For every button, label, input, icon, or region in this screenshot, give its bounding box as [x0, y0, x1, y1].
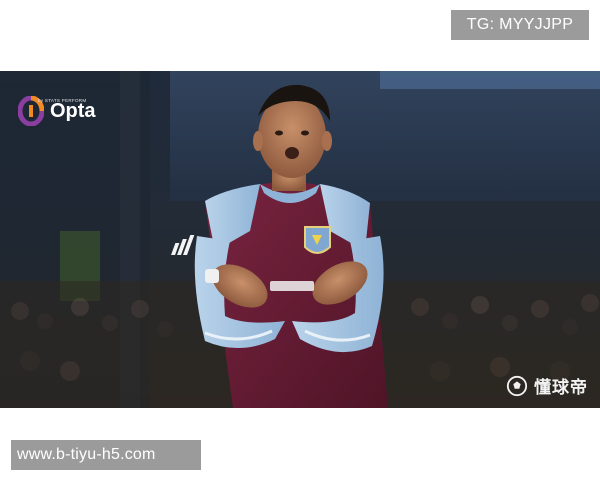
dongqiudi-watermark: 懂球帝	[506, 373, 588, 398]
website-url-badge: www.b-tiyu-h5.com	[11, 440, 201, 470]
watermark-text: 懂球帝	[534, 378, 588, 397]
opta-logo-text: Opta	[50, 100, 96, 122]
tg-contact-badge: TG: MYYJJPP	[451, 10, 589, 40]
opta-logo-subtext: by STATS PERFORM	[38, 98, 87, 103]
football-icon	[506, 375, 528, 396]
player-photo: Opta by STATS PERFORM 懂球帝	[0, 71, 600, 408]
